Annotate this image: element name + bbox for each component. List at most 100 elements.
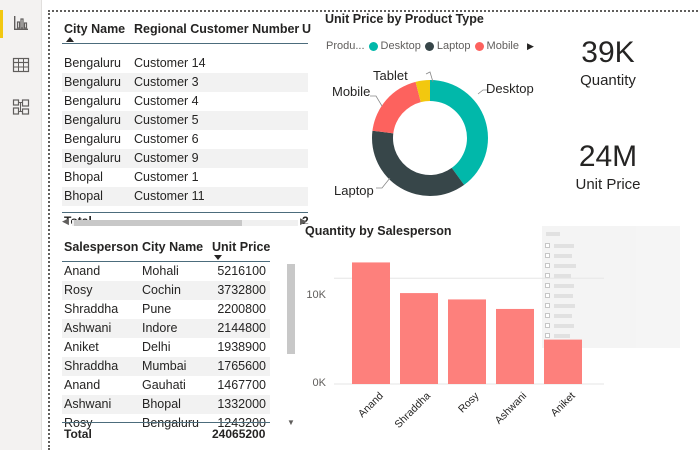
scroll-thumb[interactable] [74, 220, 242, 226]
cell-city-name: Delhi [142, 340, 171, 354]
table-row[interactable]: Anand Gauhati 1467700 [62, 376, 270, 395]
cell-city-name: Bhopal [64, 189, 103, 203]
data-label-mobile: Mobile [332, 84, 371, 99]
cell-salesperson: Anand [64, 264, 101, 278]
model-icon [12, 99, 30, 115]
donut-chart-visual[interactable]: Unit Price by Product Type Produ... Desk… [318, 10, 550, 220]
cell-city-name: Bengaluru [64, 113, 121, 127]
scroll-down-icon[interactable]: ▼ [287, 418, 295, 427]
table-icon [12, 57, 30, 73]
table-body: Anand Mohali 5216100 Rosy Cochin 3732800 Shrad… [62, 262, 270, 433]
cell-salesperson: Anand [64, 378, 101, 392]
total-label: Total [64, 427, 92, 441]
y-tick-label: 0K [312, 377, 326, 389]
cell-city-name: Gauhati [142, 378, 186, 392]
horizontal-scrollbar[interactable]: ◀ ▶ [62, 216, 308, 227]
table-row[interactable]: Bengaluru Customer 6 [62, 130, 308, 149]
cell-unit-price: 2200800 [217, 302, 266, 316]
quantity-card[interactable]: 39K Quantity [548, 36, 668, 89]
bar-rosy[interactable] [448, 299, 486, 384]
y-tick-label: 10K [306, 289, 326, 301]
cell-customer-number: Customer 14 [134, 56, 206, 70]
left-nav [0, 0, 42, 450]
cell-city-name: Cochin [142, 283, 181, 297]
table-row[interactable]: Anand Mohali 5216100 [62, 262, 270, 281]
cell-customer-number: Customer 3 [134, 75, 199, 89]
cell-salesperson: Rosy [64, 283, 93, 297]
table-header: City Name Regional Customer Number U [62, 16, 311, 44]
cell-city-name: Pune [142, 302, 172, 316]
column-header-truncated[interactable]: U [302, 22, 311, 36]
cell-customer-number: Customer 11 [134, 189, 205, 203]
cell-customer-number: Customer 6 [134, 132, 199, 146]
column-header-unit-price[interactable]: Unit Price [212, 240, 270, 254]
bar-anand[interactable] [352, 262, 390, 384]
vertical-scrollbar[interactable]: ▼ [286, 254, 296, 430]
cell-unit-price: 1938900 [217, 340, 266, 354]
table-row[interactable]: Aniket Delhi 1938900 [62, 338, 270, 357]
cell-customer-number: Customer 9 [134, 151, 199, 165]
cell-unit-price: 5216100 [217, 264, 266, 278]
cell-unit-price: 3732800 [217, 283, 266, 297]
cell-salesperson: Ashwani [64, 321, 112, 335]
card-label: Quantity [580, 72, 636, 89]
table-row[interactable]: Bengaluru Customer 3 [62, 73, 308, 92]
cell-city-name: Mumbai [142, 359, 187, 373]
cell-unit-price: 1332000 [217, 397, 266, 411]
table-body: Bengaluru Customer 14 Bengaluru Customer 3B… [62, 54, 308, 206]
sort-ascending-icon [66, 37, 74, 42]
table-row[interactable]: Bhopal Customer 11 [62, 187, 308, 206]
column-header-regional-customer-number[interactable]: Regional Customer Number [134, 22, 299, 36]
salesperson-table[interactable]: Salesperson City Name Unit Price Anand Mo… [56, 232, 298, 444]
table-row[interactable]: Shraddha Mumbai 1765600 [62, 357, 270, 376]
table-row[interactable]: Ashwani Bhopal 1332000 [62, 395, 270, 414]
donut-slice-laptop[interactable] [372, 130, 465, 196]
unit-price-card[interactable]: 24M Unit Price [548, 140, 668, 193]
cell-salesperson: Ashwani [64, 397, 112, 411]
bar-aniket[interactable] [544, 339, 582, 384]
cell-salesperson: Shraddha [64, 302, 119, 316]
cell-salesperson: Aniket [64, 340, 99, 354]
leader-line-mobile [370, 95, 383, 107]
cell-city-name: Bengaluru [64, 94, 121, 108]
data-view-button[interactable] [0, 48, 42, 82]
cell-city-name: Bhopal [64, 170, 103, 184]
column-header-city-name[interactable]: City Name [142, 240, 203, 254]
cell-unit-price: 1765600 [217, 359, 266, 373]
bar-chart-icon [14, 16, 28, 30]
table-row[interactable]: Bengaluru Customer 4 [62, 92, 308, 111]
table-row[interactable]: Bhopal Customer 1 [62, 168, 308, 187]
donut-slice-desktop[interactable] [430, 80, 488, 185]
cell-city-name: Bengaluru [64, 132, 121, 146]
column-header-city-name[interactable]: City Name [64, 22, 125, 36]
report-view-button[interactable] [0, 6, 42, 40]
customer-table[interactable]: City Name Regional Customer Number U Ben… [56, 12, 316, 224]
sort-descending-icon [214, 255, 222, 260]
model-view-button[interactable] [0, 90, 42, 124]
cell-unit-price: 1467700 [217, 378, 266, 392]
cell-customer-number: Customer 4 [134, 94, 199, 108]
column-header-salesperson[interactable]: Salesperson [64, 240, 138, 254]
bar-ashwani[interactable] [496, 308, 534, 384]
table-row[interactable]: Bengaluru Customer 9 [62, 149, 308, 168]
cell-city-name: Indore [142, 321, 178, 335]
cell-city-name: Mohali [142, 264, 179, 278]
scroll-left-icon[interactable]: ◀ [62, 216, 69, 227]
cell-unit-price: 2144800 [217, 321, 266, 335]
card-value: 39K [581, 36, 635, 69]
table-row[interactable]: Ashwani Indore 2144800 [62, 319, 270, 338]
cell-city-name: Bengaluru [64, 151, 121, 165]
table-row[interactable]: Rosy Cochin 3732800 [62, 281, 270, 300]
scroll-thumb[interactable] [287, 264, 295, 354]
donut-slice-mobile[interactable] [372, 81, 421, 134]
bar-shraddha[interactable] [400, 293, 438, 384]
cell-city-name: Bengaluru [64, 75, 121, 89]
table-row[interactable]: Shraddha Pune 2200800 [62, 300, 270, 319]
table-row[interactable]: Bengaluru Customer 14 [62, 54, 308, 73]
table-row[interactable]: Bengaluru Customer 5 [62, 111, 308, 130]
cell-customer-number: Customer 1 [134, 170, 199, 184]
cell-city-name: Bhopal [142, 397, 181, 411]
total-value: 24065200 [212, 427, 266, 441]
bar-chart-visual[interactable]: Quantity by Salesperson 10K 0K Anand Shra… [300, 222, 616, 442]
cell-customer-number: Customer 5 [134, 113, 199, 127]
